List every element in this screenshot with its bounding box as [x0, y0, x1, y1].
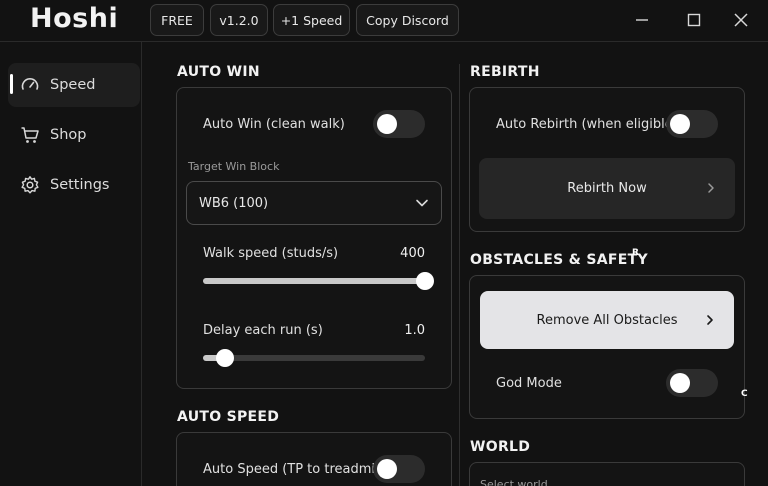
sidebar: Speed Shop Settings	[0, 42, 142, 486]
app-title: Hoshi	[30, 3, 119, 34]
remove-all-obstacles-label: Remove All Obstacles	[536, 312, 678, 328]
target-win-block-label: Target Win Block	[188, 160, 280, 173]
sidebar-item-speed[interactable]: Speed	[8, 63, 140, 107]
rebirth-now-label: Rebirth Now	[567, 181, 647, 196]
walk-speed-value: 400	[400, 246, 425, 261]
cart-icon	[20, 125, 40, 145]
god-mode-toggle[interactable]	[666, 369, 718, 397]
marker-r: R	[632, 248, 639, 258]
rebirth-card: Auto Rebirth (when eligible Rebirth Now	[469, 87, 745, 232]
speedometer-icon	[20, 75, 40, 95]
rebirth-now-button[interactable]: Rebirth Now	[479, 158, 735, 219]
target-win-block-select[interactable]: WB6 (100)	[186, 181, 442, 225]
walk-speed-label: Walk speed (studs/s)	[203, 246, 339, 261]
delay-label: Delay each run (s)	[203, 323, 323, 338]
chevron-down-icon	[416, 199, 428, 207]
auto-win-toggle[interactable]	[373, 110, 425, 138]
active-indicator	[10, 74, 13, 94]
toggle-knob	[377, 114, 397, 134]
marker-c: C	[741, 389, 748, 399]
sidebar-item-label: Speed	[50, 77, 96, 93]
obstacles-title: OBSTACLES & SAFETY	[470, 252, 648, 268]
slider-thumb[interactable]	[416, 272, 434, 290]
minimize-icon[interactable]	[632, 10, 652, 30]
chevron-right-icon	[707, 315, 713, 325]
obstacles-card: Remove All Obstacles God Mode	[469, 275, 745, 419]
slider-fill	[203, 278, 425, 284]
toggle-knob	[670, 114, 690, 134]
column-divider	[459, 64, 460, 486]
toggle-knob	[377, 459, 397, 479]
world-title: WORLD	[470, 439, 531, 455]
auto-win-card: Auto Win (clean walk) Target Win Block W…	[176, 87, 452, 389]
delay-slider[interactable]	[203, 349, 425, 367]
remove-all-obstacles-button[interactable]: Remove All Obstacles	[480, 291, 734, 349]
title-bar: Hoshi FREE v1.2.0 +1 Speed Copy Discord	[0, 0, 768, 42]
chevron-right-icon	[708, 183, 714, 193]
walk-speed-slider[interactable]	[203, 272, 434, 290]
toggle-knob	[670, 373, 690, 393]
delay-value: 1.0	[404, 323, 425, 338]
speed-button[interactable]: +1 Speed	[273, 4, 350, 36]
copy-discord-button[interactable]: Copy Discord	[356, 4, 459, 36]
free-button[interactable]: FREE	[150, 4, 204, 36]
auto-speed-label: Auto Speed (TP to treadmil	[203, 462, 379, 477]
sidebar-item-settings[interactable]: Settings	[8, 163, 140, 207]
close-icon[interactable]	[731, 10, 751, 30]
sidebar-item-shop[interactable]: Shop	[8, 113, 140, 157]
rebirth-title: REBIRTH	[470, 64, 540, 80]
auto-rebirth-toggle[interactable]	[666, 110, 718, 138]
slider-thumb[interactable]	[216, 349, 235, 367]
world-card: Select world	[469, 462, 745, 486]
god-mode-label: God Mode	[496, 376, 562, 391]
auto-speed-toggle[interactable]	[373, 455, 425, 483]
auto-speed-title: AUTO SPEED	[177, 409, 280, 425]
sidebar-item-label: Shop	[50, 127, 87, 143]
version-button[interactable]: v1.2.0	[210, 4, 268, 36]
gear-icon	[20, 175, 40, 195]
select-world-label: Select world	[480, 478, 548, 486]
auto-rebirth-label: Auto Rebirth (when eligible	[496, 117, 673, 132]
sidebar-item-label: Settings	[50, 177, 110, 193]
auto-win-title: AUTO WIN	[177, 64, 260, 80]
auto-win-label: Auto Win (clean walk)	[203, 117, 345, 132]
target-win-block-value: WB6 (100)	[199, 195, 269, 211]
maximize-icon[interactable]	[684, 10, 704, 30]
auto-speed-card: Auto Speed (TP to treadmil	[176, 432, 452, 486]
